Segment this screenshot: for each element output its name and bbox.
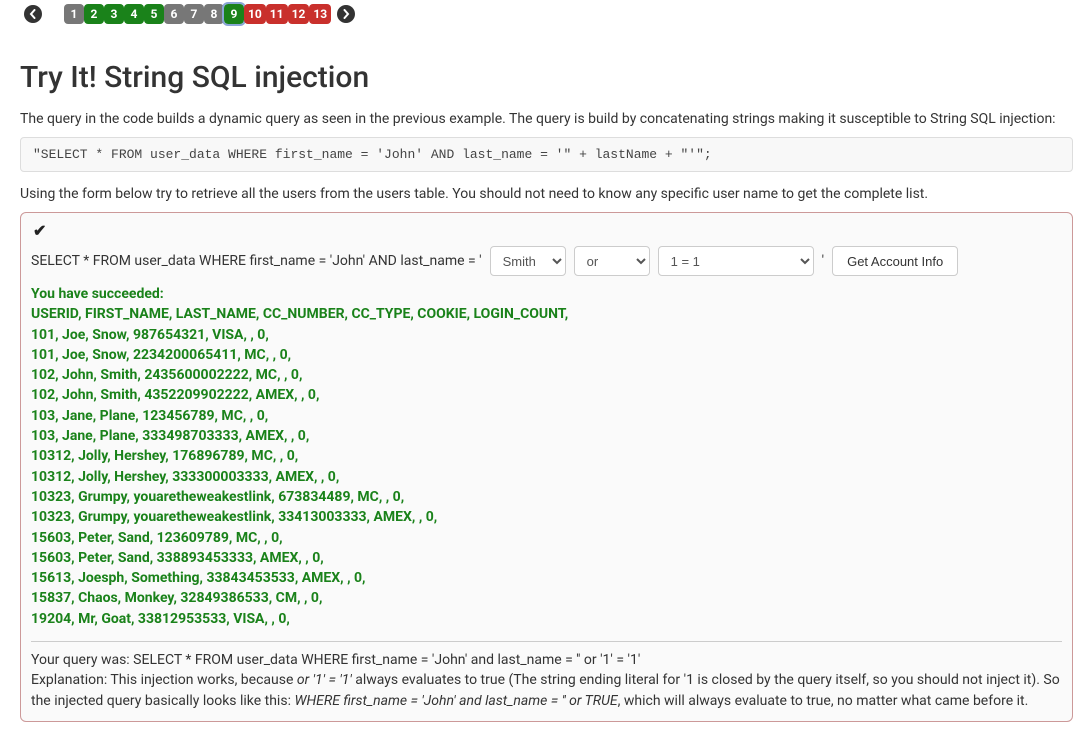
result-row: 10323, Grumpy, youaretheweakestlink, 334… <box>31 507 1062 527</box>
lastname-select[interactable]: Smith <box>490 246 566 276</box>
explanation-rest2: , which will always evaluate to true, no… <box>618 693 1029 709</box>
result-row: 10312, Jolly, Hershey, 333300003333, AME… <box>31 467 1062 487</box>
explanation-ital1: or '1' = '1' <box>297 672 352 688</box>
page-dot-8[interactable]: 8 <box>204 4 224 24</box>
operator-select[interactable]: or <box>574 246 650 276</box>
page-dot-6[interactable]: 6 <box>164 4 184 24</box>
query-prefix: SELECT * FROM user_data WHERE first_name… <box>31 253 482 269</box>
result-row: 19204, Mr, Goat, 33812953533, VISA, , 0, <box>31 609 1062 629</box>
result-row: 102, John, Smith, 4352209902222, AMEX, ,… <box>31 385 1062 405</box>
query-was-label: Your query was: <box>31 652 133 668</box>
result-row: 101, Joe, Snow, 2234200065411, MC, , 0, <box>31 345 1062 365</box>
result-columns: USERID, FIRST_NAME, LAST_NAME, CC_NUMBER… <box>31 304 1062 324</box>
lesson-pagination: 12345678910111213 <box>20 0 1073 32</box>
result-row: 10323, Grumpy, youaretheweakestlink, 673… <box>31 487 1062 507</box>
intro-text: The query in the code builds a dynamic q… <box>20 111 1073 127</box>
page-dot-11[interactable]: 11 <box>266 4 288 24</box>
query-was: SELECT * FROM user_data WHERE first_name… <box>133 652 640 668</box>
result-row: 15837, Chaos, Monkey, 32849386533, CM, ,… <box>31 588 1062 608</box>
result-block: You have succeeded: USERID, FIRST_NAME, … <box>31 284 1062 629</box>
page-dot-4[interactable]: 4 <box>124 4 144 24</box>
result-row: 15613, Joesph, Something, 33843453533, A… <box>31 568 1062 588</box>
query-form: SELECT * FROM user_data WHERE first_name… <box>31 246 1062 276</box>
explanation-prefix: Explanation: This injection works, becau… <box>31 672 297 688</box>
page-dot-3[interactable]: 3 <box>104 4 124 24</box>
explanation-ital2: WHERE first_name = 'John' and last_name … <box>294 693 617 709</box>
page-dot-2[interactable]: 2 <box>84 4 104 24</box>
page-dot-12[interactable]: 12 <box>288 4 310 24</box>
condition-select[interactable]: 1 = 1 <box>658 246 814 276</box>
result-heading: You have succeeded: <box>31 284 1062 304</box>
result-row: 101, Joe, Snow, 987654321, VISA, , 0, <box>31 325 1062 345</box>
page-dot-9[interactable]: 9 <box>224 4 244 24</box>
query-suffix: ' <box>822 253 824 269</box>
result-row: 15603, Peter, Sand, 123609789, MC, , 0, <box>31 528 1062 548</box>
page-dot-13[interactable]: 13 <box>309 4 331 24</box>
get-account-info-button[interactable]: Get Account Info <box>832 246 958 276</box>
result-row: 10312, Jolly, Hershey, 176896789, MC, , … <box>31 446 1062 466</box>
explanation-block: Your query was: SELECT * FROM user_data … <box>31 641 1062 711</box>
success-check-icon: ✔ <box>31 221 1062 244</box>
page-dot-1[interactable]: 1 <box>64 4 84 24</box>
result-row: 103, Jane, Plane, 123456789, MC, , 0, <box>31 406 1062 426</box>
page-dot-10[interactable]: 10 <box>244 4 266 24</box>
instruction-text: Using the form below try to retrieve all… <box>20 186 1073 202</box>
prev-page-icon[interactable] <box>24 5 42 23</box>
attack-panel: ✔ SELECT * FROM user_data WHERE first_na… <box>20 212 1073 722</box>
result-row: 102, John, Smith, 2435600002222, MC, , 0… <box>31 365 1062 385</box>
page-title: Try It! String SQL injection <box>20 60 1073 95</box>
next-page-icon[interactable] <box>337 5 355 23</box>
page-dot-7[interactable]: 7 <box>184 4 204 24</box>
code-example: "SELECT * FROM user_data WHERE first_nam… <box>20 137 1073 172</box>
result-row: 15603, Peter, Sand, 338893453333, AMEX, … <box>31 548 1062 568</box>
page-dot-5[interactable]: 5 <box>144 4 164 24</box>
result-row: 103, Jane, Plane, 333498703333, AMEX, , … <box>31 426 1062 446</box>
